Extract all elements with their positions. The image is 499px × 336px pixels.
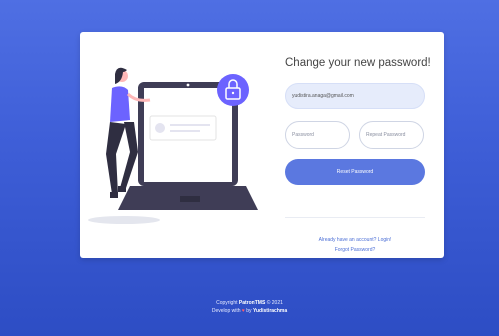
- password-field[interactable]: [285, 121, 350, 149]
- repeat-password-field[interactable]: [359, 121, 424, 149]
- develop-by: by: [246, 308, 252, 314]
- forgot-password-link[interactable]: Forgot Password?: [285, 247, 425, 253]
- copyright-prefix: Copyright: [216, 300, 238, 306]
- develop-prefix: Develop with: [211, 308, 241, 314]
- copyright-year: © 2021: [266, 300, 283, 306]
- form-title: Change your new password!: [285, 57, 431, 69]
- divider: [285, 217, 425, 218]
- password-form: Change your new password! Reset Password…: [285, 57, 431, 253]
- login-link[interactable]: Already have an account? Login!: [285, 237, 425, 243]
- reset-password-button[interactable]: Reset Password: [285, 159, 425, 185]
- footer-credit: Develop with ♥ by Yudistirachma: [0, 308, 499, 314]
- reset-password-card: Change your new password! Reset Password…: [80, 32, 444, 258]
- padlock-icon: [217, 74, 249, 106]
- email-field[interactable]: [285, 83, 425, 109]
- brand-name[interactable]: PatronTMS: [239, 300, 265, 306]
- laptop-person-illustration: [88, 67, 258, 224]
- heart-icon: ♥: [241, 308, 245, 314]
- author-name[interactable]: Yudistirachma: [253, 308, 287, 314]
- footer-copyright: Copyright PatronTMS © 2021: [0, 300, 499, 306]
